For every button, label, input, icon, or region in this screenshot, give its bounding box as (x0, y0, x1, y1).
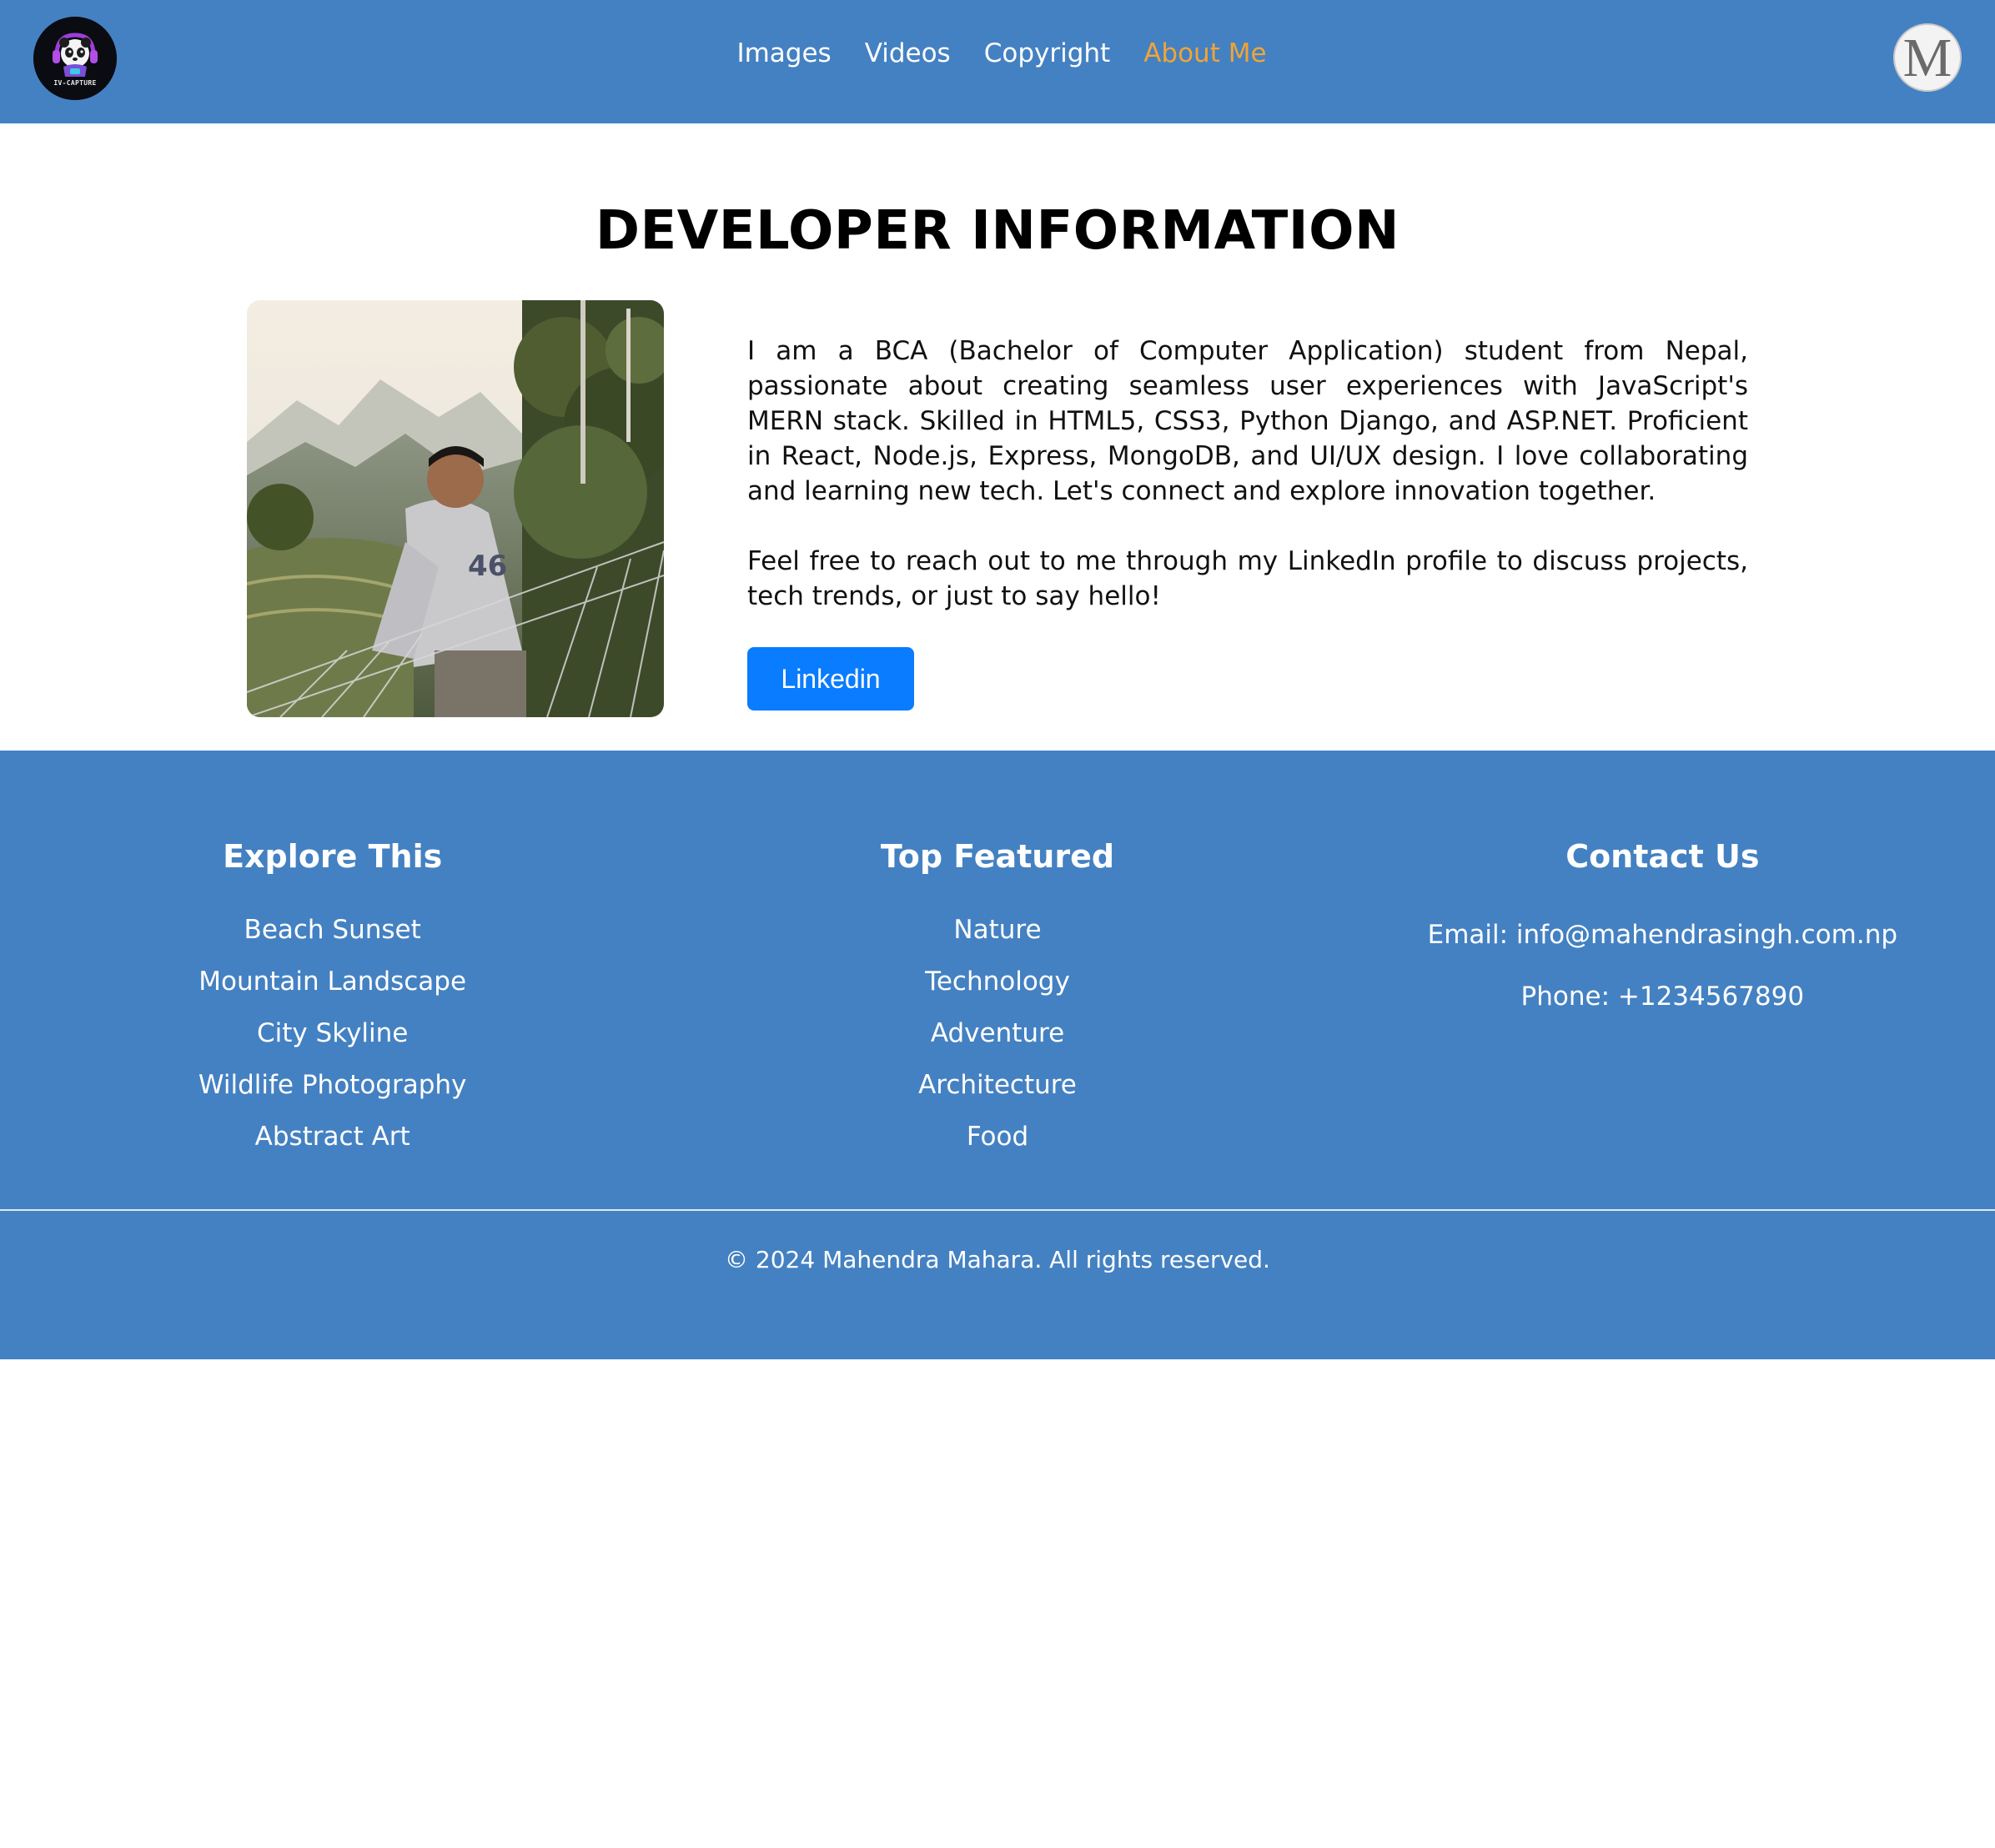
footer-heading: Contact Us (1565, 838, 1760, 875)
footer-list: Nature Technology Adventure Architecture… (665, 904, 1329, 1163)
svg-text:IV-CAPTURE: IV-CAPTURE (53, 79, 96, 87)
developer-photo: 46 (247, 300, 664, 717)
footer-link[interactable]: Food (665, 1111, 1329, 1163)
footer-contact-column: Contact Us Email: info@mahendrasingh.com… (1330, 834, 1995, 1163)
nav-link-about-me[interactable]: About Me (1143, 38, 1266, 69)
footer-list: Beach Sunset Mountain Landscape City Sky… (0, 904, 665, 1163)
footer-heading: Explore This (223, 838, 443, 875)
bio-block: I am a BCA (Bachelor of Computer Applica… (747, 334, 1748, 711)
contact-email[interactable]: Email: info@mahendrasingh.com.np (1330, 904, 1995, 966)
footer-link[interactable]: Technology (665, 956, 1329, 1007)
footer-columns: Explore This Beach Sunset Mountain Lands… (0, 834, 1995, 1163)
bio-paragraph: Feel free to reach out to me through my … (747, 546, 1748, 611)
footer-link[interactable]: Architecture (665, 1059, 1329, 1111)
nav-link-copyright[interactable]: Copyright (984, 38, 1110, 69)
footer-featured-column: Top Featured Nature Technology Adventure… (665, 834, 1329, 1163)
main-nav: Images Videos Copyright About Me (0, 38, 1995, 69)
footer-link[interactable]: Beach Sunset (0, 904, 665, 956)
nav-link-videos[interactable]: Videos (865, 38, 951, 69)
page-title: DEVELOPER INFORMATION (595, 200, 1400, 262)
user-avatar[interactable]: M (1893, 23, 1962, 92)
nav-link-images[interactable]: Images (736, 38, 831, 69)
bio-paragraph: I am a BCA (Bachelor of Computer Applica… (747, 336, 1748, 506)
footer-link[interactable]: City Skyline (0, 1007, 665, 1059)
site-footer: Explore This Beach Sunset Mountain Lands… (0, 751, 1995, 1359)
linkedin-button[interactable]: Linkedin (747, 647, 914, 711)
footer-explore-column: Explore This Beach Sunset Mountain Lands… (0, 834, 665, 1163)
svg-text:46: 46 (468, 550, 507, 583)
footer-divider (0, 1209, 1995, 1211)
contact-phone[interactable]: Phone: +1234567890 (1330, 966, 1995, 1027)
footer-link[interactable]: Nature (665, 904, 1329, 956)
site-header: IV-CAPTURE Images Videos Copyright About… (0, 0, 1995, 123)
footer-link[interactable]: Mountain Landscape (0, 956, 665, 1007)
footer-link[interactable]: Abstract Art (0, 1111, 665, 1163)
copyright-text: © 2024 Mahendra Mahara. All rights reser… (725, 1246, 1270, 1273)
footer-link[interactable]: Wildlife Photography (0, 1059, 665, 1111)
footer-link[interactable]: Adventure (665, 1007, 1329, 1059)
developer-info-section: DEVELOPER INFORMATION 46 I am a BCA (Bac… (0, 123, 1995, 751)
footer-heading: Top Featured (880, 838, 1115, 875)
